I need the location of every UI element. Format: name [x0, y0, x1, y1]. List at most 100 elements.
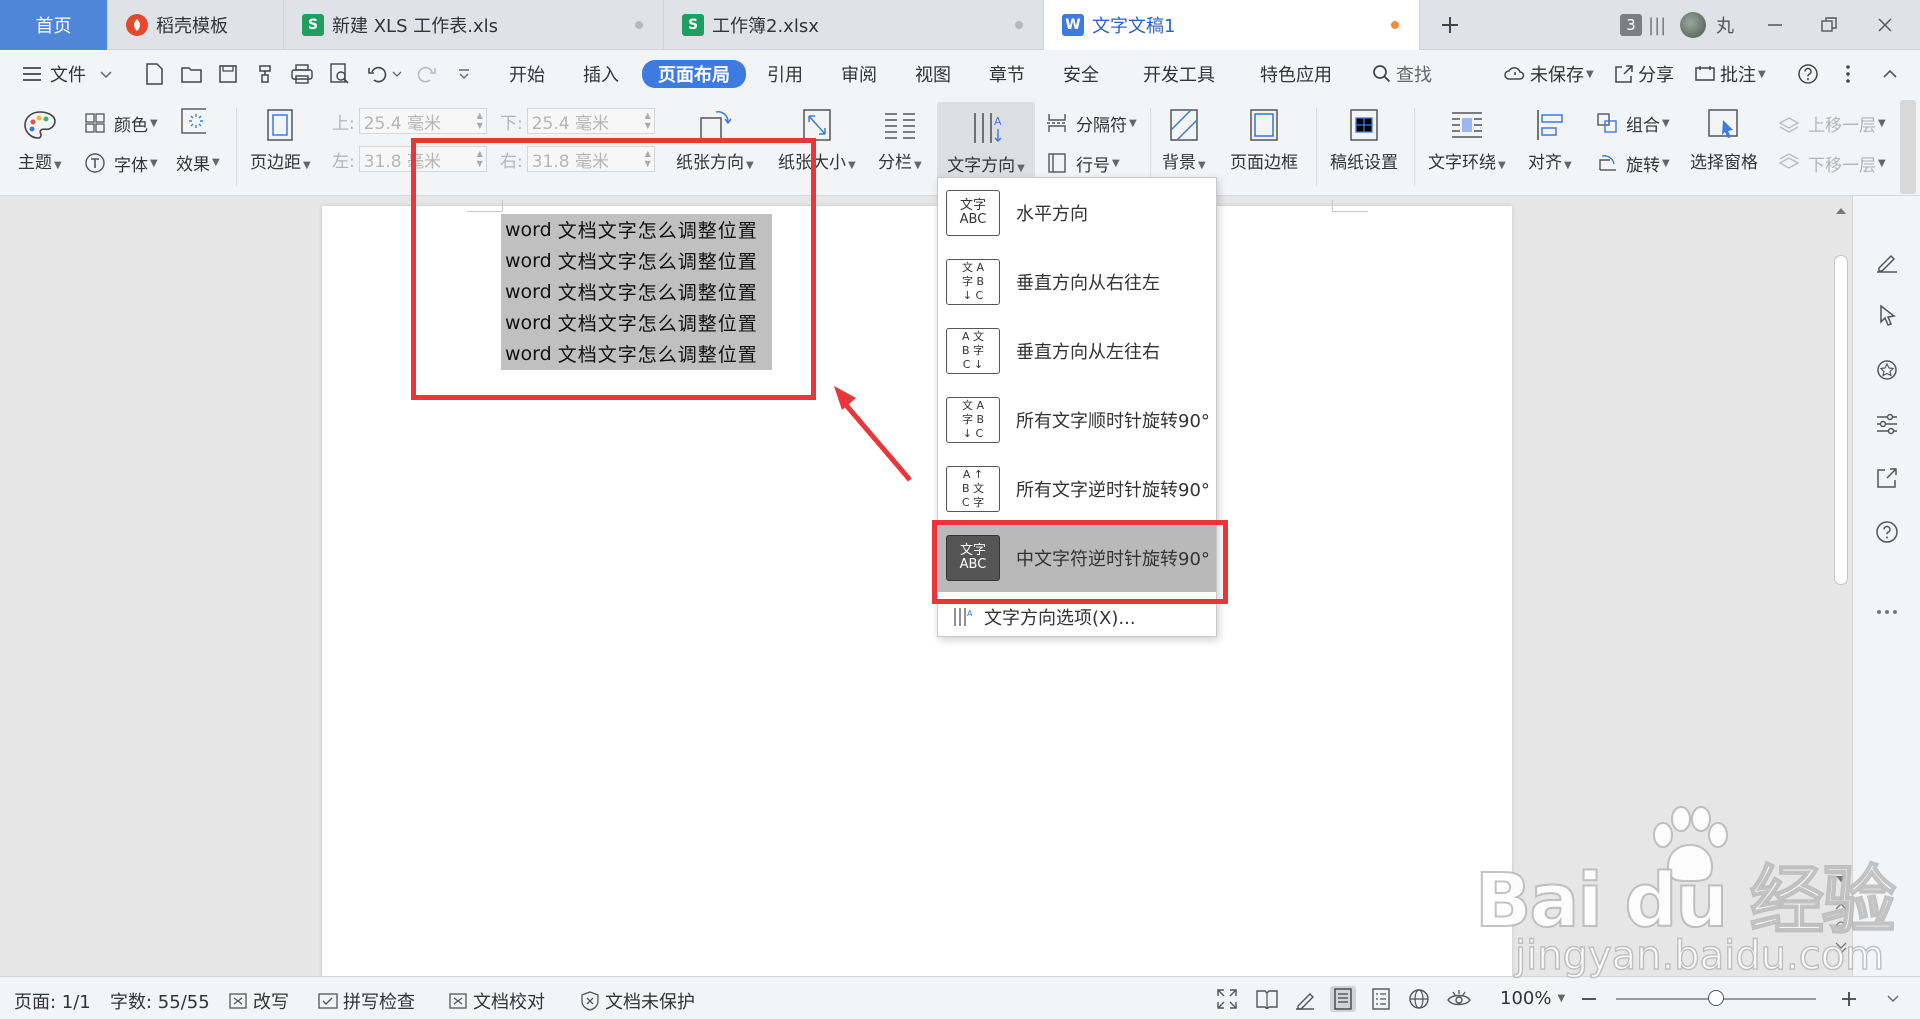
- undo-dropdown[interactable]: [390, 62, 404, 86]
- scrollbar-thumb[interactable]: [1834, 255, 1848, 585]
- save-button[interactable]: [216, 62, 240, 86]
- share-button[interactable]: 分享: [1614, 61, 1674, 87]
- more-menu-button[interactable]: [1836, 62, 1860, 86]
- tab-unsaved-dot[interactable]: [1391, 21, 1399, 29]
- line-numbers-button[interactable]: 行号 ▼: [1044, 150, 1120, 176]
- style-edit-button[interactable]: [1873, 248, 1901, 276]
- write-mode-button[interactable]: [1292, 986, 1318, 1012]
- spinner-icon[interactable]: ▲ ▼: [477, 111, 483, 131]
- menu-view[interactable]: 视图: [915, 61, 951, 87]
- close-button[interactable]: [1876, 0, 1894, 50]
- file-menu[interactable]: 文件: [22, 61, 114, 87]
- restore-button[interactable]: [1820, 0, 1838, 50]
- next-page-icon[interactable]: [1835, 942, 1847, 954]
- align-button[interactable]: 对齐 ▼: [1528, 108, 1572, 173]
- zoom-slider-thumb[interactable]: [1708, 990, 1724, 1006]
- unsaved-status[interactable]: 未保存 ▼: [1504, 61, 1594, 87]
- outline-view-button[interactable]: [1368, 986, 1394, 1012]
- format-painter-button[interactable]: [254, 62, 278, 86]
- top-margin-input[interactable]: 25.4 毫米 ▲ ▼: [358, 108, 487, 134]
- undo-button[interactable]: [366, 62, 390, 86]
- menu-special[interactable]: 特色应用: [1260, 61, 1332, 87]
- ribbon-scroll-right[interactable]: [1900, 100, 1916, 194]
- reading-mode-button[interactable]: [1254, 986, 1280, 1012]
- tab-docer[interactable]: 稻壳模板: [108, 0, 284, 50]
- direction-horizontal[interactable]: 文字 ABC 水平方向: [938, 178, 1216, 247]
- breaks-button[interactable]: 分隔符 ▼: [1044, 110, 1137, 136]
- font-theme-button[interactable]: 字体 ▼: [82, 150, 158, 176]
- share-panel-button[interactable]: [1873, 464, 1901, 492]
- scroll-down-icon[interactable]: [1835, 874, 1847, 884]
- selection-pane-button[interactable]: 选择窗格: [1690, 108, 1758, 173]
- page-view-button[interactable]: [1330, 986, 1356, 1012]
- menu-page-layout[interactable]: 页面布局: [642, 60, 746, 88]
- text-direction-button[interactable]: A 文字方向 ▼: [937, 102, 1035, 180]
- help-button[interactable]: [1796, 62, 1820, 86]
- rotate-button[interactable]: 旋转 ▼: [1594, 150, 1670, 176]
- bottom-margin-field[interactable]: 下: 25.4 毫米 ▲ ▼: [500, 108, 655, 134]
- theme-button[interactable]: 主题 ▼: [18, 108, 62, 173]
- direction-rotate-ccw[interactable]: A ↑ B 文C 字 所有文字逆时针旋转90°: [938, 454, 1216, 523]
- new-tab-button[interactable]: [1440, 0, 1460, 50]
- open-button[interactable]: [180, 62, 204, 86]
- zoom-level[interactable]: 100% ▼: [1500, 988, 1565, 1009]
- comment-button[interactable]: 批注 ▼: [1694, 61, 1766, 87]
- print-button[interactable]: [290, 62, 314, 86]
- status-bar-collapse[interactable]: [1880, 986, 1906, 1012]
- scroll-up-icon[interactable]: [1835, 206, 1847, 216]
- spell-check-button[interactable]: 拼写检查: [318, 988, 415, 1014]
- direction-rotate-cw[interactable]: 文 A字 B ↓ C 所有文字顺时针旋转90°: [938, 385, 1216, 454]
- select-button[interactable]: [1873, 302, 1901, 330]
- menu-developer[interactable]: 开发工具: [1143, 61, 1215, 87]
- zoom-out-button[interactable]: [1576, 986, 1602, 1012]
- group-button[interactable]: 组合 ▼: [1594, 110, 1670, 136]
- tab-writer-active[interactable]: W 文字文稿1: [1044, 0, 1420, 50]
- protection-status[interactable]: 文档未保护: [580, 988, 695, 1014]
- tab-xlsx[interactable]: S 工作簿2.xlsx: [664, 0, 1044, 50]
- menu-review[interactable]: 审阅: [841, 61, 877, 87]
- effect-button[interactable]: 效果 ▼: [176, 150, 220, 175]
- tab-close-dot[interactable]: [635, 21, 643, 29]
- quick-access-customize[interactable]: [452, 62, 476, 86]
- user-profile[interactable]: 丸: [1680, 0, 1734, 50]
- window-count-badge[interactable]: 3 |||: [1620, 0, 1666, 50]
- search-button[interactable]: 查找: [1372, 61, 1432, 87]
- page-border-button[interactable]: 页面边框: [1230, 108, 1298, 173]
- new-doc-button[interactable]: [142, 62, 166, 86]
- send-backward-button[interactable]: 下移一层 ▼: [1776, 150, 1886, 176]
- menu-start[interactable]: 开始: [509, 61, 545, 87]
- proofread-button[interactable]: 文档校对: [448, 988, 545, 1014]
- tab-xls[interactable]: S 新建 XLS 工作表.xls: [284, 0, 664, 50]
- columns-button[interactable]: 分栏 ▼: [878, 108, 922, 173]
- bottom-margin-input[interactable]: 25.4 毫米 ▲ ▼: [526, 108, 655, 134]
- direction-vertical-rtl[interactable]: 文 A字 B ↓ C 垂直方向从右往左: [938, 247, 1216, 316]
- print-preview-button[interactable]: [328, 62, 352, 86]
- page-indicator[interactable]: 页面: 1/1: [14, 988, 91, 1014]
- overtype-toggle[interactable]: 改写: [228, 988, 289, 1014]
- menu-security[interactable]: 安全: [1063, 61, 1099, 87]
- collapse-ribbon-button[interactable]: [1878, 62, 1902, 86]
- web-view-button[interactable]: [1406, 986, 1432, 1012]
- color-button[interactable]: 颜色 ▼: [82, 110, 158, 136]
- eye-protection-button[interactable]: [1446, 986, 1472, 1012]
- manuscript-settings-button[interactable]: 稿纸设置: [1330, 108, 1398, 173]
- top-margin-field[interactable]: 上: 25.4 毫米 ▲ ▼: [332, 108, 487, 134]
- properties-button[interactable]: [1873, 410, 1901, 438]
- previous-page-icon[interactable]: [1835, 898, 1847, 910]
- spinner-icon[interactable]: ▲ ▼: [645, 111, 651, 131]
- direction-vertical-ltr[interactable]: A 文B 字C ↓ 垂直方向从左往右: [938, 316, 1216, 385]
- word-count[interactable]: 字数: 55/55: [110, 988, 210, 1014]
- browse-object-icon[interactable]: [1835, 920, 1847, 932]
- margins-button[interactable]: 页边距 ▼: [250, 108, 311, 173]
- help-panel-button[interactable]: [1873, 518, 1901, 546]
- bring-forward-button[interactable]: 上移一层 ▼: [1776, 110, 1886, 136]
- fullscreen-button[interactable]: [1214, 986, 1240, 1012]
- text-wrap-button[interactable]: 文字环绕 ▼: [1428, 108, 1506, 173]
- menu-references[interactable]: 引用: [767, 61, 803, 87]
- tab-home[interactable]: 首页: [0, 0, 108, 50]
- zoom-in-button[interactable]: [1836, 986, 1862, 1012]
- background-button[interactable]: 背景 ▼: [1162, 108, 1206, 173]
- minimize-button[interactable]: [1766, 0, 1784, 50]
- menu-chapter[interactable]: 章节: [989, 61, 1025, 87]
- more-panel-button[interactable]: [1873, 598, 1901, 626]
